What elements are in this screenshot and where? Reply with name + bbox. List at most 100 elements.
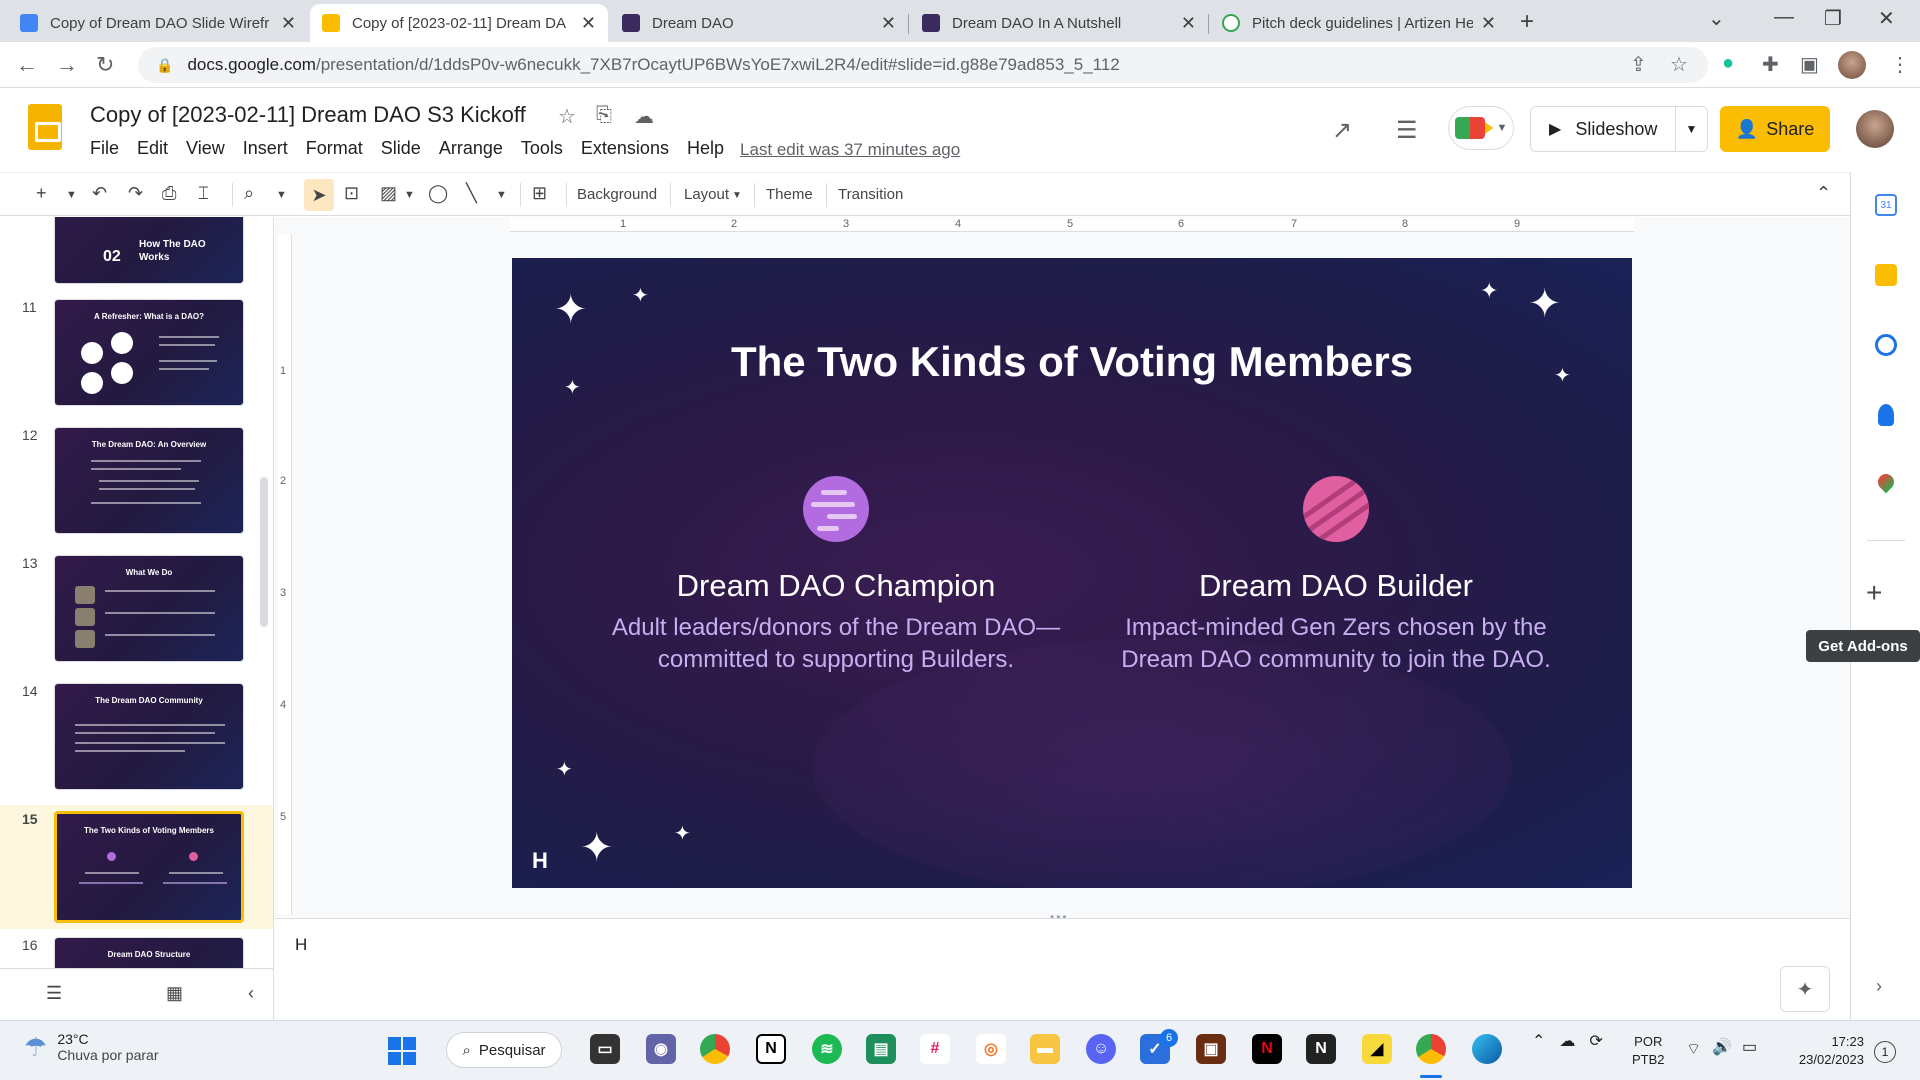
browser-tab[interactable]: Dream DAO ✕ <box>610 4 908 42</box>
taskbar-search[interactable]: ⌕ Pesquisar <box>446 1032 562 1068</box>
insert-image-icon[interactable]: ▨ <box>380 183 397 204</box>
select-cursor-icon[interactable]: ➤ <box>304 179 334 211</box>
print-icon[interactable]: ⎙ <box>162 183 176 204</box>
sticky-notes-icon[interactable]: ◢ <box>1362 1034 1392 1064</box>
calendar-icon[interactable]: 31 <box>1875 194 1897 216</box>
spotify-icon[interactable]: ≋ <box>812 1034 842 1064</box>
slides-logo-icon[interactable] <box>28 104 62 150</box>
explore-button[interactable]: ✦ <box>1780 966 1830 1012</box>
maps-icon[interactable] <box>1874 470 1898 494</box>
theme-button[interactable]: Theme <box>766 186 813 203</box>
close-tab-icon[interactable]: ✕ <box>1481 13 1496 34</box>
tasks-icon[interactable] <box>1875 334 1897 356</box>
keep-icon[interactable] <box>1875 264 1897 286</box>
onedrive-icon[interactable]: ☁ <box>1559 1031 1575 1051</box>
profile-avatar[interactable] <box>1838 51 1866 79</box>
show-hidden-icons-icon[interactable]: ⌃ <box>1532 1031 1545 1051</box>
slideshow-dropdown[interactable]: ▼ <box>1675 107 1707 151</box>
line-icon[interactable]: ╲ <box>466 183 477 204</box>
move-folder-icon[interactable]: ⎘ <box>596 104 612 127</box>
speaker-notes-text[interactable]: H <box>295 935 307 955</box>
slide-thumbnail[interactable]: Dream DAO Structure <box>54 937 244 969</box>
user-avatar[interactable] <box>1856 110 1894 148</box>
redo-icon[interactable]: ↷ <box>128 183 143 204</box>
slide-thumbnail[interactable]: What We Do <box>54 555 244 662</box>
netflix-icon[interactable]: N <box>1252 1034 1282 1064</box>
transition-button[interactable]: Transition <box>838 186 903 203</box>
slide-thumbnail[interactable]: The Dream DAO Community <box>54 683 244 790</box>
tab-search-icon[interactable]: ⌄ <box>1708 6 1725 31</box>
menu-insert[interactable]: Insert <box>243 138 288 159</box>
menu-arrange[interactable]: Arrange <box>439 138 503 159</box>
text-box-icon[interactable]: ⊡ <box>344 183 359 204</box>
collapse-side-panel-icon[interactable]: › <box>1876 976 1882 997</box>
close-tab-icon[interactable]: ✕ <box>281 13 296 34</box>
filmstrip-slide-selected[interactable]: 15 The Two Kinds of Voting Members <box>0 805 273 929</box>
paint-format-icon[interactable]: ⌶ <box>198 183 209 204</box>
filmstrip-slide[interactable]: 16 Dream DAO Structure <box>0 937 273 969</box>
grid-view-icon[interactable]: ▦ <box>166 983 183 1004</box>
slide-thumbnail[interactable]: A Refresher: What is a DAO? <box>54 299 244 406</box>
chrome-icon[interactable] <box>700 1034 730 1064</box>
grammarly-extension-icon[interactable]: ● <box>1722 52 1734 75</box>
comments-icon[interactable]: ☰ <box>1396 116 1418 145</box>
teams-chat-icon[interactable]: ◉ <box>646 1034 676 1064</box>
zoom-icon[interactable]: ⌕ <box>244 183 254 204</box>
browser-tab[interactable]: Pitch deck guidelines | Artizen He ✕ <box>1210 4 1508 42</box>
address-bar[interactable]: 🔒 docs.google.com /presentation/d/1ddsP0… <box>138 47 1708 83</box>
layout-dropdown-icon[interactable]: ▼ <box>732 190 742 201</box>
reload-icon[interactable]: ↻ <box>96 52 114 78</box>
meet-button[interactable]: ▼ <box>1448 106 1514 150</box>
activity-trend-icon[interactable]: ↗ <box>1332 116 1352 145</box>
share-button[interactable]: 👤 Share <box>1720 106 1830 152</box>
zoom-dropdown-icon[interactable]: ▼ <box>276 189 287 201</box>
discord-icon[interactable]: ☺ <box>1086 1034 1116 1064</box>
star-icon[interactable]: ☆ <box>558 104 576 129</box>
sync-icon[interactable]: ⟳ <box>1589 1031 1602 1051</box>
slide-thumbnail[interactable]: The Two Kinds of Voting Members <box>54 811 244 923</box>
terminal-app-icon[interactable]: ▣ <box>1196 1034 1226 1064</box>
task-view-icon[interactable]: ▭ <box>590 1034 620 1064</box>
contacts-icon[interactable] <box>1878 404 1894 426</box>
menu-help[interactable]: Help <box>687 138 724 159</box>
builder-heading[interactable]: Dream DAO Builder <box>1086 568 1586 604</box>
filmstrip-slide[interactable]: 11 A Refresher: What is a DAO? <box>0 299 273 425</box>
filmstrip-slide[interactable]: 13 What We Do <box>0 555 273 681</box>
notion-dark-icon[interactable]: N <box>1306 1034 1336 1064</box>
shape-icon[interactable]: ◯ <box>428 183 448 204</box>
minimize-icon[interactable]: — <box>1774 6 1794 29</box>
browser-tab[interactable]: Copy of Dream DAO Slide Wirefr ✕ <box>8 4 308 42</box>
edge-icon[interactable] <box>1472 1034 1502 1064</box>
spreadsheet-app-icon[interactable]: ▤ <box>866 1034 896 1064</box>
restore-icon[interactable]: ❐ <box>1824 6 1842 31</box>
share-page-icon[interactable]: ⇪ <box>1630 52 1647 77</box>
menu-tools[interactable]: Tools <box>521 138 563 159</box>
new-slide-dropdown-icon[interactable]: ▼ <box>66 189 77 201</box>
browser-tab-active[interactable]: Copy of [2023-02-11] Dream DA ✕ <box>310 4 608 42</box>
undo-icon[interactable]: ↶ <box>92 183 107 204</box>
close-tab-icon[interactable]: ✕ <box>581 13 596 34</box>
new-tab-button[interactable]: + <box>1520 8 1534 36</box>
line-dropdown-icon[interactable]: ▼ <box>496 189 507 201</box>
notion-icon[interactable]: N <box>756 1034 786 1064</box>
slide-thumbnail[interactable]: 02 How The DAO Works <box>54 217 244 284</box>
new-slide-icon[interactable]: + <box>36 183 47 204</box>
close-tab-icon[interactable]: ✕ <box>1181 13 1196 34</box>
system-clock[interactable]: 17:23 23/02/2023 <box>1780 1033 1864 1069</box>
filmstrip-slide[interactable]: 12 The Dream DAO: An Overview <box>0 427 273 553</box>
windows-start-icon[interactable] <box>388 1037 416 1065</box>
menu-file[interactable]: File <box>90 138 119 159</box>
background-button[interactable]: Background <box>577 186 657 203</box>
bookmark-star-icon[interactable]: ☆ <box>1670 52 1688 77</box>
filmstrip-view-icon[interactable]: ☰ <box>46 983 62 1004</box>
file-explorer-icon[interactable]: ▬ <box>1030 1034 1060 1064</box>
filmstrip-scrollbar[interactable] <box>260 477 268 627</box>
close-window-icon[interactable]: ✕ <box>1878 6 1895 31</box>
slideshow-button[interactable]: ▶ Slideshow ▼ <box>1530 106 1708 152</box>
filmstrip-slide[interactable]: 14 The Dream DAO Community <box>0 683 273 809</box>
layout-button[interactable]: Layout <box>684 186 729 203</box>
back-icon[interactable]: ← <box>16 52 38 78</box>
menu-slide[interactable]: Slide <box>381 138 421 159</box>
document-title[interactable]: Copy of [2023-02-11] Dream DAO S3 Kickof… <box>90 102 526 128</box>
slide-canvas[interactable]: ✦ ✦ ✦ ✦ ✦ ✦ ✦ ✦ ✦ The Two Kinds of Votin… <box>512 258 1632 888</box>
